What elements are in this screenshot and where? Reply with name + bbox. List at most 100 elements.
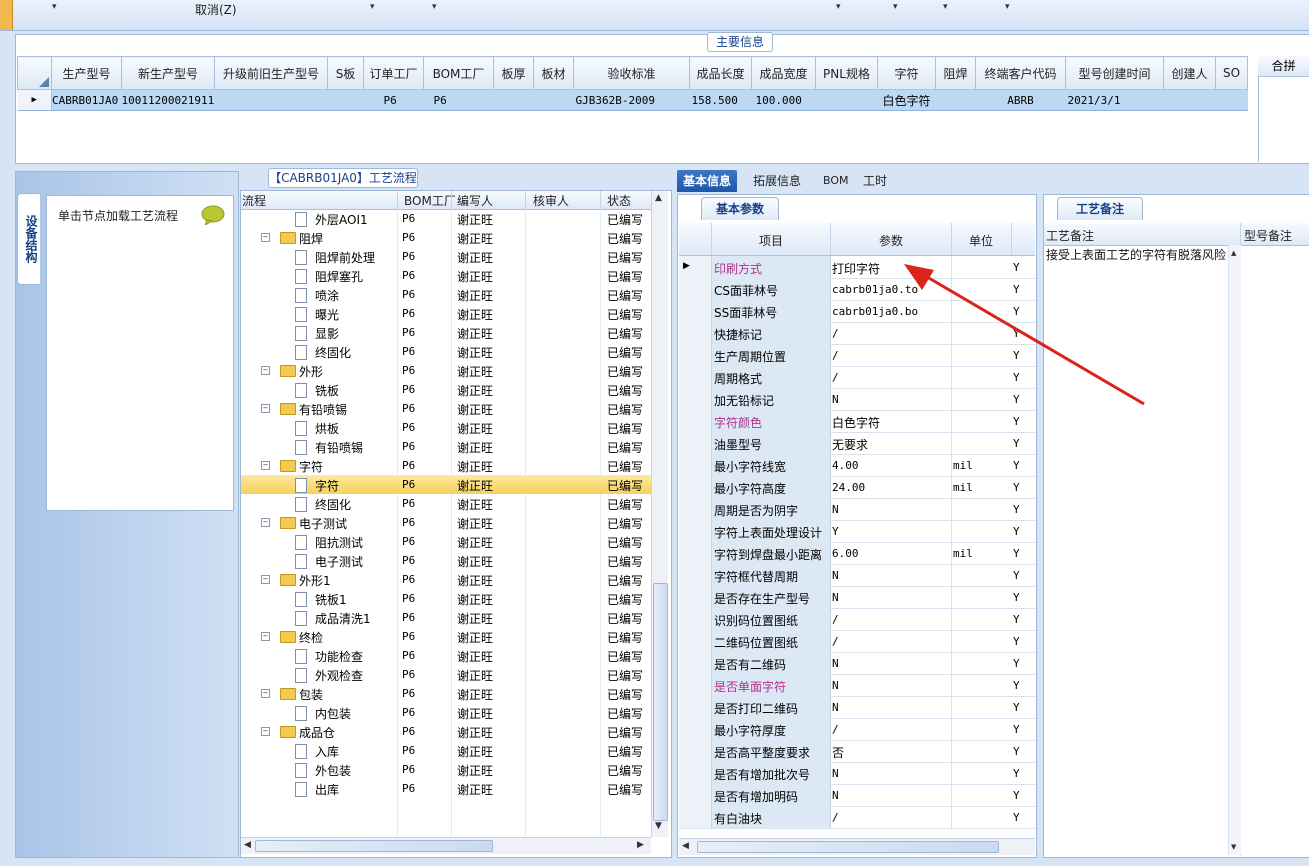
param-value[interactable]: N	[832, 789, 839, 802]
table-row[interactable]: 是否打印二维码 N Y	[679, 696, 1035, 719]
col-header[interactable]: 升级前旧生产型号	[214, 56, 328, 90]
collapse-icon[interactable]: −	[261, 518, 270, 527]
row-header[interactable]	[679, 520, 712, 542]
table-row[interactable]: 最小字符厚度 / Y	[679, 718, 1035, 741]
table-row[interactable]: 是否有二维码 N Y	[679, 652, 1035, 675]
row-header[interactable]	[679, 762, 712, 784]
table-row[interactable]: 二维码位置图纸 / Y	[679, 630, 1035, 653]
param-value[interactable]: Y	[832, 525, 839, 538]
tree-row[interactable]: − 终检 P6 谢正旺 已编写	[241, 627, 651, 646]
scroll-thumb[interactable]	[255, 840, 493, 852]
row-header[interactable]	[679, 300, 712, 322]
scroll-left-icon[interactable]: ◀	[244, 840, 251, 850]
tree-row[interactable]: 外包装 P6 谢正旺 已编写	[241, 760, 651, 779]
table-row[interactable]: 字符到焊盘最小距离 6.00 mil Y	[679, 542, 1035, 565]
corner-cell[interactable]	[17, 56, 52, 90]
col-header[interactable]: BOM工厂	[404, 192, 456, 209]
param-value[interactable]: /	[832, 349, 839, 362]
col-header[interactable]: 创建人	[1163, 56, 1216, 90]
dropdown-arrow-icon[interactable]: ▾	[432, 2, 437, 12]
param-value[interactable]: /	[832, 327, 839, 340]
table-row[interactable]: 油墨型号 无要求 Y	[679, 432, 1035, 455]
table-row[interactable]: 有白油块 / Y	[679, 806, 1035, 829]
row-header[interactable]	[679, 366, 712, 388]
tree-row[interactable]: 阻焊前处理 P6 谢正旺 已编写	[241, 247, 651, 266]
row-header[interactable]	[679, 806, 712, 828]
dropdown-arrow-icon[interactable]: ▾	[1005, 2, 1010, 12]
param-value[interactable]: N	[832, 503, 839, 516]
scroll-down-icon[interactable]: ▼	[655, 821, 662, 831]
tree-row[interactable]: 显影 P6 谢正旺 已编写	[241, 323, 651, 342]
tree-row[interactable]: 出库 P6 谢正旺 已编写	[241, 779, 651, 798]
cell[interactable]: P6	[363, 89, 424, 111]
collapse-icon[interactable]: −	[261, 689, 270, 698]
tree-row[interactable]: 外观检查 P6 谢正旺 已编写	[241, 665, 651, 684]
vertical-scrollbar[interactable]: ▲ ▼	[1228, 245, 1241, 855]
param-value[interactable]: N	[832, 591, 839, 604]
dropdown-arrow-icon[interactable]: ▾	[52, 2, 57, 12]
col-header[interactable]: BOM工厂	[423, 56, 494, 90]
col-header[interactable]: 订单工厂	[363, 56, 424, 90]
cell[interactable]	[533, 89, 574, 111]
tree-row[interactable]: 外层AOI1 P6 谢正旺 已编写	[241, 209, 651, 228]
tree-row[interactable]: 有铅喷锡 P6 谢正旺 已编写	[241, 437, 651, 456]
param-value[interactable]: /	[832, 811, 839, 824]
col-header[interactable]: 字符	[877, 56, 936, 90]
tree-row[interactable]: − 有铅喷锡 P6 谢正旺 已编写	[241, 399, 651, 418]
row-header[interactable]	[679, 344, 712, 366]
tree-row[interactable]: − 电子测试 P6 谢正旺 已编写	[241, 513, 651, 532]
tab-bom[interactable]: BOM	[817, 170, 855, 192]
scroll-left-icon[interactable]: ◀	[682, 841, 689, 851]
row-header[interactable]	[679, 432, 712, 454]
tree-row[interactable]: 阻抗测试 P6 谢正旺 已编写	[241, 532, 651, 551]
param-value[interactable]: 6.00	[832, 547, 859, 560]
col-header[interactable]: 型号创建时间	[1065, 56, 1164, 90]
scroll-thumb[interactable]	[697, 841, 999, 853]
tree-row[interactable]: 成品清洗1 P6 谢正旺 已编写	[241, 608, 651, 627]
table-row[interactable]: 是否有增加明码 N Y	[679, 784, 1035, 807]
table-row[interactable]: 识别码位置图纸 / Y	[679, 608, 1035, 631]
param-value[interactable]: N	[832, 679, 839, 692]
param-value[interactable]: 无要求	[832, 436, 868, 453]
table-row[interactable]: 周期是否为阴字 N Y	[679, 498, 1035, 521]
cell[interactable]	[214, 89, 328, 111]
param-value[interactable]: /	[832, 613, 839, 626]
tree-row[interactable]: 终固化 P6 谢正旺 已编写	[241, 342, 651, 361]
row-header[interactable]: ▶	[679, 256, 712, 278]
tab-work-hours[interactable]: 工时	[857, 170, 893, 192]
col-header[interactable]: 型号备注	[1244, 227, 1292, 244]
row-header[interactable]	[679, 322, 712, 344]
row-header[interactable]	[679, 476, 712, 498]
row-header[interactable]	[679, 454, 712, 476]
collapse-icon[interactable]: −	[261, 727, 270, 736]
tree-row[interactable]: 内包装 P6 谢正旺 已编写	[241, 703, 651, 722]
horizontal-scrollbar[interactable]: ◀	[679, 838, 1035, 855]
param-value[interactable]: /	[832, 635, 839, 648]
dropdown-arrow-icon[interactable]: ▾	[836, 2, 841, 12]
cell[interactable]: 2021/3/1	[1065, 89, 1164, 111]
col-header[interactable]: 生产型号	[51, 56, 122, 90]
tree-row[interactable]: 喷涂 P6 谢正旺 已编写	[241, 285, 651, 304]
tree-row[interactable]: 终固化 P6 谢正旺 已编写	[241, 494, 651, 513]
col-header[interactable]: SO	[1215, 56, 1248, 90]
col-header[interactable]: 板厚	[493, 56, 534, 90]
table-row[interactable]: 字符框代替周期 N Y	[679, 564, 1035, 587]
tree-row[interactable]: 铣板1 P6 谢正旺 已编写	[241, 589, 651, 608]
cell[interactable]: 100.000	[751, 89, 816, 111]
table-row[interactable]: 字符上表面处理设计 Y Y	[679, 520, 1035, 543]
cancel-button[interactable]: 取消(Z)	[195, 1, 237, 18]
tree-row[interactable]: − 外形1 P6 谢正旺 已编写	[241, 570, 651, 589]
param-value[interactable]: N	[832, 767, 839, 780]
cell[interactable]: 白色字符	[877, 89, 936, 111]
scroll-thumb[interactable]	[653, 583, 668, 821]
tree-row[interactable]: − 字符 P6 谢正旺 已编写	[241, 456, 651, 475]
tab-basic-params[interactable]: 基本参数	[701, 197, 779, 220]
dropdown-arrow-icon[interactable]: ▾	[893, 2, 898, 12]
table-row[interactable]: 是否存在生产型号 N Y	[679, 586, 1035, 609]
param-value[interactable]: 24.00	[832, 481, 865, 494]
vertical-scrollbar[interactable]: ▲ ▼	[651, 191, 668, 837]
col-header[interactable]: 状态	[607, 192, 631, 209]
collapse-icon[interactable]: −	[261, 461, 270, 470]
table-row[interactable]: 最小字符线宽 4.00 mil Y	[679, 454, 1035, 477]
tree-row[interactable]: 字符 P6 谢正旺 已编写	[241, 475, 651, 494]
